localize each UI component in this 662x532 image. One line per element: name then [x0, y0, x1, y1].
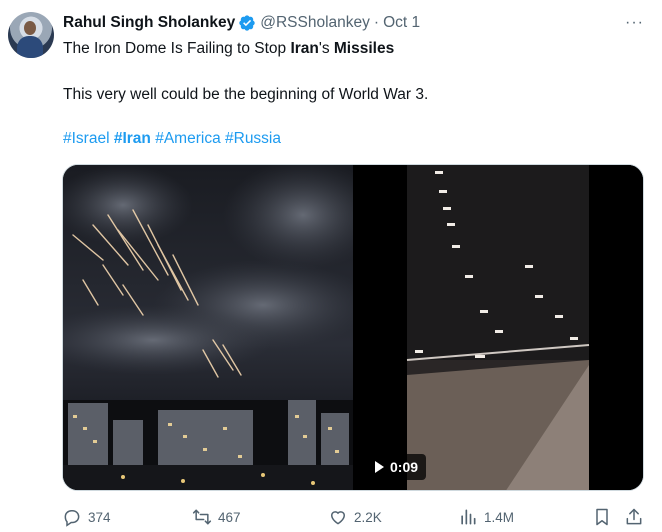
tweet-text-line-1: The Iron Dome Is Failing to Stop Iran's …	[63, 39, 394, 59]
hashtag-iran[interactable]: #Iran	[114, 130, 151, 147]
views-button[interactable]: 1.4M	[458, 506, 514, 528]
tweet-header: Rahul Singh Sholankey @RSSholankey · Oct…	[63, 12, 420, 34]
reply-icon	[64, 510, 80, 527]
share-icon	[626, 508, 642, 525]
video-duration: 0:09	[390, 459, 419, 475]
reply-button[interactable]: 374	[62, 506, 111, 528]
bookmark-icon	[596, 508, 608, 526]
video-thumbnail[interactable]	[355, 165, 644, 491]
hashtag-israel[interactable]: #Israel	[63, 130, 110, 147]
night-sky-missiles-image[interactable]	[63, 165, 353, 491]
retweet-button[interactable]: 467	[192, 506, 241, 528]
text-bold-iran: Iran	[290, 40, 319, 57]
text-bold-missiles: Missiles	[333, 40, 395, 57]
hashtag-russia[interactable]: #Russia	[225, 130, 281, 147]
reply-count: 374	[88, 509, 111, 525]
bookmark-button[interactable]	[592, 506, 612, 528]
heart-icon	[330, 511, 346, 525]
avatar-body	[17, 36, 43, 58]
retweet-icon	[192, 509, 212, 525]
tweet-date[interactable]: Oct 1	[383, 14, 420, 32]
media-container[interactable]: 0:09	[62, 164, 644, 491]
view-count: 1.4M	[484, 509, 515, 525]
video-duration-badge[interactable]: 0:09	[369, 454, 427, 480]
text-part: 's	[318, 40, 334, 57]
more-options-icon[interactable]: ···	[625, 12, 644, 34]
author-name[interactable]: Rahul Singh Sholankey	[63, 14, 235, 32]
share-button[interactable]	[624, 506, 644, 528]
like-count: 2.2K	[354, 509, 382, 525]
like-button[interactable]: 2.2K	[328, 506, 382, 528]
hashtag-line: #Israel #Iran #America #Russia	[63, 129, 281, 149]
avatar[interactable]	[8, 12, 54, 58]
author-handle[interactable]: @RSSholankey	[260, 14, 370, 32]
retweet-count: 467	[218, 509, 241, 525]
separator-dot: ·	[373, 14, 380, 31]
hashtag-america[interactable]: #America	[155, 130, 220, 147]
verified-badge-icon[interactable]	[238, 14, 256, 32]
tweet-actions-bar: 374 467 2.2K 1.4M	[62, 506, 644, 530]
text-part: The Iron Dome Is Failing to Stop	[63, 40, 291, 57]
play-icon[interactable]	[375, 461, 384, 473]
tweet-text-line-2: This very well could be the beginning of…	[63, 86, 429, 103]
avatar-face	[24, 21, 36, 35]
analytics-icon	[461, 509, 476, 525]
